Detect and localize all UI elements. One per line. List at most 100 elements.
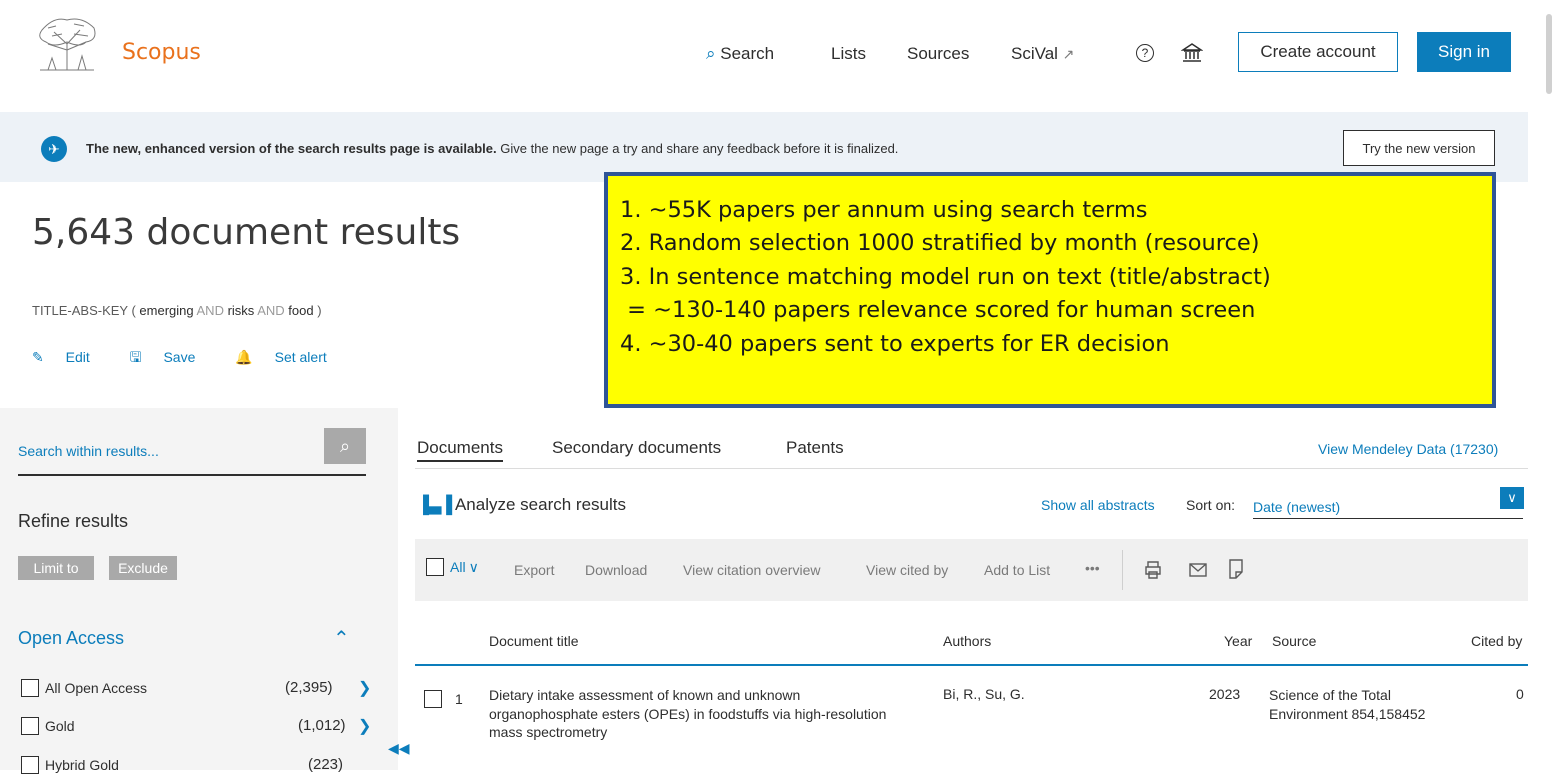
column-header-source[interactable]: Source bbox=[1272, 633, 1316, 649]
bell-icon: 🔔 bbox=[235, 349, 253, 365]
chevron-down-icon[interactable]: ∨ bbox=[1500, 487, 1524, 509]
search-within-input[interactable]: Search within results... bbox=[18, 443, 306, 459]
search-query: TITLE-ABS-KEY ( emerging AND risks AND f… bbox=[32, 303, 322, 318]
facet-checkbox[interactable] bbox=[21, 717, 39, 735]
nav-scival[interactable]: SciVal ↗ bbox=[1011, 44, 1074, 64]
nav-lists[interactable]: Lists bbox=[831, 44, 866, 64]
sort-select[interactable]: Date (newest) bbox=[1253, 499, 1340, 515]
email-icon[interactable] bbox=[1189, 562, 1207, 578]
set-alert-label: Set alert bbox=[274, 349, 327, 365]
exclude-button[interactable]: Exclude bbox=[109, 556, 177, 580]
facet-checkbox[interactable] bbox=[21, 756, 39, 774]
query-operator: AND bbox=[193, 303, 228, 318]
query-term: emerging bbox=[139, 303, 194, 318]
callout-line: 3. In sentence matching model run on tex… bbox=[620, 263, 1271, 290]
try-new-version-button[interactable]: Try the new version bbox=[1343, 130, 1495, 166]
view-mendeley-data-link[interactable]: View Mendeley Data (17230) bbox=[1318, 441, 1498, 457]
column-header-title[interactable]: Document title bbox=[489, 633, 578, 649]
search-icon: ⌕ bbox=[339, 435, 351, 456]
scrollbar-thumb[interactable] bbox=[1546, 14, 1552, 94]
select-all-checkbox[interactable] bbox=[426, 558, 444, 576]
document-title-link[interactable]: Dietary intake assessment of known and u… bbox=[489, 686, 889, 742]
column-header-cited-by[interactable]: Cited by bbox=[1471, 633, 1522, 649]
nav-scival-label: SciVal bbox=[1011, 44, 1058, 63]
facet-open-access-title[interactable]: Open Access bbox=[18, 628, 124, 649]
chevron-up-icon[interactable]: ⌃ bbox=[333, 626, 350, 651]
facet-count: (2,395) bbox=[285, 679, 333, 696]
limit-to-button[interactable]: Limit to bbox=[18, 556, 94, 580]
print-icon[interactable] bbox=[1143, 560, 1163, 580]
tab-secondary-documents[interactable]: Secondary documents bbox=[552, 438, 721, 458]
analyze-label: Analyze search results bbox=[454, 495, 626, 514]
sort-underline bbox=[1253, 518, 1523, 519]
bibliography-icon[interactable] bbox=[1228, 559, 1244, 579]
table-header-line bbox=[415, 664, 1528, 666]
query-operator: AND bbox=[254, 303, 289, 318]
analyze-search-results-link[interactable]: ▐▃▐ Analyze search results bbox=[417, 495, 626, 515]
facet-item[interactable]: Gold bbox=[21, 717, 75, 735]
document-cited-by[interactable]: 0 bbox=[1516, 686, 1524, 702]
facet-checkbox[interactable] bbox=[21, 679, 39, 697]
query-field: TITLE-ABS-KEY bbox=[32, 303, 128, 318]
query-open: ( bbox=[127, 303, 140, 318]
set-alert-button[interactable]: 🔔 Set alert bbox=[235, 349, 344, 365]
nav-sources[interactable]: Sources bbox=[907, 44, 969, 64]
tab-documents[interactable]: Documents bbox=[417, 438, 503, 462]
tabs-divider bbox=[415, 468, 1528, 469]
select-all-dropdown[interactable]: All ∨ bbox=[426, 558, 479, 576]
tab-patents[interactable]: Patents bbox=[786, 438, 844, 458]
add-to-list-button[interactable]: Add to List bbox=[984, 562, 1050, 578]
callout-line: 4. ~30-40 papers sent to experts for ER … bbox=[620, 330, 1170, 357]
column-header-year[interactable]: Year bbox=[1224, 633, 1252, 649]
edit-query-button[interactable]: ✎ Edit bbox=[32, 349, 108, 365]
callout-line: 2. Random selection 1000 stratified by m… bbox=[620, 230, 1260, 257]
sort-label: Sort on: bbox=[1186, 497, 1236, 513]
create-account-button[interactable]: Create account bbox=[1238, 32, 1398, 72]
search-within-button[interactable]: ⌕ bbox=[324, 428, 366, 464]
table-row-checkbox[interactable] bbox=[424, 690, 448, 713]
save-icon: 🖫 bbox=[129, 349, 142, 365]
more-options-icon[interactable]: ••• bbox=[1085, 560, 1100, 576]
query-term: food bbox=[288, 303, 314, 318]
document-source[interactable]: Science of the Total Environment 854,158… bbox=[1269, 686, 1429, 723]
row-number: 1 bbox=[455, 691, 463, 707]
collapse-sidebar-icon[interactable]: ◀◀ bbox=[388, 740, 410, 757]
download-button[interactable]: Download bbox=[585, 562, 647, 578]
document-authors[interactable]: Bi, R., Su, G. bbox=[943, 686, 1025, 702]
chevron-down-icon: ∨ bbox=[468, 558, 479, 575]
help-icon[interactable]: ? bbox=[1136, 44, 1154, 62]
query-close: ) bbox=[313, 303, 322, 318]
view-citation-overview-button[interactable]: View citation overview bbox=[683, 562, 820, 578]
chevron-right-icon[interactable]: ❯ bbox=[358, 678, 371, 698]
banner-bold-text: The new, enhanced version of the search … bbox=[86, 141, 497, 156]
callout-line: 1. ~55K papers per annum using search te… bbox=[620, 197, 1148, 223]
results-toolbar bbox=[415, 539, 1528, 601]
facet-count: (223) bbox=[308, 756, 344, 773]
banner-text: The new, enhanced version of the search … bbox=[86, 141, 898, 156]
facet-item[interactable]: Hybrid Gold bbox=[21, 756, 119, 774]
query-actions: ✎ Edit 🖫 Save 🔔 Set alert bbox=[32, 347, 363, 371]
page-title: 5,643 document results bbox=[32, 212, 461, 253]
column-header-authors[interactable]: Authors bbox=[943, 633, 991, 649]
facet-count: (1,012) bbox=[298, 717, 346, 734]
save-query-button[interactable]: 🖫 Save bbox=[130, 349, 214, 365]
callout-line: = ~130-140 papers relevance scored for h… bbox=[620, 297, 1256, 324]
query-term: risks bbox=[227, 303, 255, 318]
sign-in-button[interactable]: Sign in bbox=[1417, 32, 1511, 72]
nav-search[interactable]: ⌕ Search bbox=[706, 44, 774, 64]
chevron-right-icon[interactable]: ❯ bbox=[358, 716, 371, 736]
toolbar-divider bbox=[1122, 550, 1123, 590]
pencil-icon: ✎ bbox=[32, 349, 44, 365]
search-icon: ⌕ bbox=[706, 44, 716, 63]
brand-name[interactable]: Scopus bbox=[122, 40, 201, 65]
select-all-label: All bbox=[450, 559, 466, 575]
document-year: 2023 bbox=[1209, 686, 1241, 702]
show-all-abstracts-link[interactable]: Show all abstracts bbox=[1041, 497, 1155, 513]
rocket-icon: ✈ bbox=[41, 136, 67, 162]
institution-icon[interactable] bbox=[1181, 42, 1203, 64]
view-cited-by-button[interactable]: View cited by bbox=[866, 562, 948, 578]
facet-item[interactable]: All Open Access bbox=[21, 679, 147, 697]
export-button[interactable]: Export bbox=[514, 562, 554, 578]
refine-results-heading: Refine results bbox=[18, 511, 129, 531]
nav-search-label: Search bbox=[720, 44, 775, 63]
